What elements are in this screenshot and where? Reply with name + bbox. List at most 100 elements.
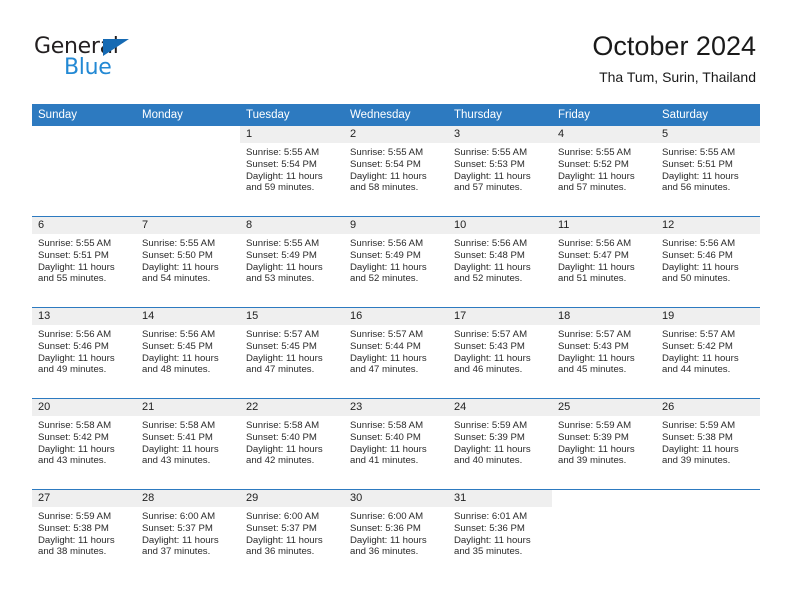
day-number: 19 xyxy=(656,308,760,325)
day-number: 25 xyxy=(552,399,656,416)
calendar-day-cell[interactable]: 27 Sunrise: 5:59 AM Sunset: 5:38 PM Dayligh… xyxy=(32,489,136,580)
daylight-text: Daylight: 11 hours and 47 minutes. xyxy=(350,352,427,376)
calendar-day-cell[interactable]: 28 Sunrise: 6:00 AM Sunset: 5:37 PM Dayligh… xyxy=(136,489,240,580)
day-details: Sunrise: 5:55 AM Sunset: 5:51 PM Daylight:… xyxy=(656,143,760,194)
sunrise-text: Sunrise: 5:55 AM xyxy=(142,238,216,249)
sunset-text: Sunset: 5:36 PM xyxy=(350,522,421,534)
day-details: Sunrise: 5:59 AM Sunset: 5:38 PM Daylight:… xyxy=(32,507,136,558)
calendar-day-cell[interactable]: 17 Sunrise: 5:57 AM Sunset: 5:43 PM Dayligh… xyxy=(448,307,552,399)
daylight-text: Daylight: 11 hours and 43 minutes. xyxy=(38,443,115,467)
daylight-text: Daylight: 11 hours and 48 minutes. xyxy=(142,352,219,376)
day-details: Sunrise: 5:58 AM Sunset: 5:41 PM Daylight:… xyxy=(136,416,240,467)
day-details: Sunrise: 5:59 AM Sunset: 5:39 PM Daylight:… xyxy=(448,416,552,467)
daylight-text: Daylight: 11 hours and 38 minutes. xyxy=(38,534,115,558)
day-number: 28 xyxy=(136,490,240,507)
daylight-text: Daylight: 11 hours and 47 minutes. xyxy=(246,352,323,376)
calendar-day-cell[interactable]: 8 Sunrise: 5:55 AM Sunset: 5:49 PM Daylight… xyxy=(240,216,344,308)
calendar-day-cell[interactable]: 20 Sunrise: 5:58 AM Sunset: 5:42 PM Dayligh… xyxy=(32,398,136,490)
day-cell-inner: 5 Sunrise: 5:55 AM Sunset: 5:51 PM Daylight… xyxy=(656,126,760,216)
day-details: Sunrise: 5:56 AM Sunset: 5:48 PM Daylight:… xyxy=(448,234,552,285)
calendar-day-cell[interactable]: 14 Sunrise: 5:56 AM Sunset: 5:45 PM Dayligh… xyxy=(136,307,240,399)
sunrise-text: Sunrise: 5:58 AM xyxy=(38,420,112,431)
weekday-header-saturday: Saturday xyxy=(656,104,760,126)
daylight-text: Daylight: 11 hours and 50 minutes. xyxy=(662,261,739,285)
sunrise-text: Sunrise: 5:56 AM xyxy=(142,329,216,340)
sunset-text: Sunset: 5:54 PM xyxy=(246,158,317,170)
calendar-week-row: 27 Sunrise: 5:59 AM Sunset: 5:38 PM Dayligh… xyxy=(32,489,760,580)
day-number: 23 xyxy=(344,399,448,416)
sunrise-text: Sunrise: 5:59 AM xyxy=(558,420,632,431)
calendar-day-cell[interactable]: 10 Sunrise: 5:56 AM Sunset: 5:48 PM Dayligh… xyxy=(448,216,552,308)
sunrise-text: Sunrise: 5:58 AM xyxy=(246,420,320,431)
day-number: 22 xyxy=(240,399,344,416)
sunset-text: Sunset: 5:49 PM xyxy=(350,249,421,261)
day-number: 29 xyxy=(240,490,344,507)
sunset-text: Sunset: 5:52 PM xyxy=(558,158,629,170)
calendar-day-cell[interactable]: 5 Sunrise: 5:55 AM Sunset: 5:51 PM Daylight… xyxy=(656,126,760,217)
calendar-page: General Blue October 2024 Tha Tum, Surin… xyxy=(0,0,792,612)
day-cell-inner: 29 Sunrise: 6:00 AM Sunset: 5:37 PM Dayligh… xyxy=(240,490,344,580)
day-cell-inner: 2 Sunrise: 5:55 AM Sunset: 5:54 PM Daylight… xyxy=(344,126,448,216)
sunset-text: Sunset: 5:49 PM xyxy=(246,249,317,261)
calendar-day-cell[interactable]: 24 Sunrise: 5:59 AM Sunset: 5:39 PM Dayligh… xyxy=(448,398,552,490)
day-cell-inner: 31 Sunrise: 6:01 AM Sunset: 5:36 PM Dayligh… xyxy=(448,490,552,580)
daylight-text: Daylight: 11 hours and 36 minutes. xyxy=(246,534,323,558)
weekday-header-wednesday: Wednesday xyxy=(344,104,448,126)
day-number: 6 xyxy=(32,217,136,234)
sunrise-text: Sunrise: 6:01 AM xyxy=(454,511,528,522)
daylight-text: Daylight: 11 hours and 43 minutes. xyxy=(142,443,219,467)
calendar-day-cell-empty xyxy=(552,489,656,580)
day-details: Sunrise: 5:57 AM Sunset: 5:43 PM Daylight:… xyxy=(552,325,656,376)
day-number xyxy=(656,490,760,507)
calendar-day-cell[interactable]: 2 Sunrise: 5:55 AM Sunset: 5:54 PM Daylight… xyxy=(344,126,448,217)
calendar-day-cell[interactable]: 3 Sunrise: 5:55 AM Sunset: 5:53 PM Daylight… xyxy=(448,126,552,217)
day-details: Sunrise: 5:57 AM Sunset: 5:42 PM Daylight:… xyxy=(656,325,760,376)
day-details: Sunrise: 5:55 AM Sunset: 5:51 PM Daylight:… xyxy=(32,234,136,285)
calendar-day-cell[interactable]: 21 Sunrise: 5:58 AM Sunset: 5:41 PM Dayligh… xyxy=(136,398,240,490)
sunrise-text: Sunrise: 6:00 AM xyxy=(350,511,424,522)
day-cell-inner: 17 Sunrise: 5:57 AM Sunset: 5:43 PM Dayligh… xyxy=(448,308,552,398)
calendar-day-cell[interactable]: 9 Sunrise: 5:56 AM Sunset: 5:49 PM Daylight… xyxy=(344,216,448,308)
calendar-day-cell[interactable]: 18 Sunrise: 5:57 AM Sunset: 5:43 PM Dayligh… xyxy=(552,307,656,399)
calendar-day-cell[interactable]: 13 Sunrise: 5:56 AM Sunset: 5:46 PM Dayligh… xyxy=(32,307,136,399)
calendar-day-cell[interactable]: 22 Sunrise: 5:58 AM Sunset: 5:40 PM Dayligh… xyxy=(240,398,344,490)
calendar-day-cell[interactable]: 19 Sunrise: 5:57 AM Sunset: 5:42 PM Dayligh… xyxy=(656,307,760,399)
sunset-text: Sunset: 5:46 PM xyxy=(38,340,109,352)
day-details: Sunrise: 5:56 AM Sunset: 5:46 PM Daylight:… xyxy=(656,234,760,285)
day-details: Sunrise: 5:57 AM Sunset: 5:43 PM Daylight:… xyxy=(448,325,552,376)
day-number: 17 xyxy=(448,308,552,325)
calendar-day-cell[interactable]: 7 Sunrise: 5:55 AM Sunset: 5:50 PM Daylight… xyxy=(136,216,240,308)
day-cell-inner: 6 Sunrise: 5:55 AM Sunset: 5:51 PM Daylight… xyxy=(32,217,136,307)
calendar-day-cell[interactable]: 11 Sunrise: 5:56 AM Sunset: 5:47 PM Dayligh… xyxy=(552,216,656,308)
sunrise-text: Sunrise: 5:56 AM xyxy=(558,238,632,249)
calendar-day-cell-empty xyxy=(136,126,240,217)
daylight-text: Daylight: 11 hours and 46 minutes. xyxy=(454,352,531,376)
calendar-day-cell[interactable]: 6 Sunrise: 5:55 AM Sunset: 5:51 PM Daylight… xyxy=(32,216,136,308)
calendar-day-cell[interactable]: 16 Sunrise: 5:57 AM Sunset: 5:44 PM Dayligh… xyxy=(344,307,448,399)
sunset-text: Sunset: 5:39 PM xyxy=(454,431,525,443)
calendar-day-cell[interactable]: 31 Sunrise: 6:01 AM Sunset: 5:36 PM Dayligh… xyxy=(448,489,552,580)
sunrise-text: Sunrise: 5:55 AM xyxy=(246,147,320,158)
daylight-text: Daylight: 11 hours and 44 minutes. xyxy=(662,352,739,376)
calendar-day-cell[interactable]: 29 Sunrise: 6:00 AM Sunset: 5:37 PM Dayligh… xyxy=(240,489,344,580)
calendar-day-cell[interactable]: 30 Sunrise: 6:00 AM Sunset: 5:36 PM Dayligh… xyxy=(344,489,448,580)
day-cell-inner: 28 Sunrise: 6:00 AM Sunset: 5:37 PM Dayligh… xyxy=(136,490,240,580)
calendar-day-cell[interactable]: 25 Sunrise: 5:59 AM Sunset: 5:39 PM Dayligh… xyxy=(552,398,656,490)
sunset-text: Sunset: 5:43 PM xyxy=(558,340,629,352)
sunrise-text: Sunrise: 6:00 AM xyxy=(246,511,320,522)
calendar-day-cell[interactable]: 1 Sunrise: 5:55 AM Sunset: 5:54 PM Daylight… xyxy=(240,126,344,217)
sunrise-text: Sunrise: 5:57 AM xyxy=(662,329,736,340)
day-details: Sunrise: 6:00 AM Sunset: 5:37 PM Daylight:… xyxy=(240,507,344,558)
day-number: 9 xyxy=(344,217,448,234)
calendar-day-cell[interactable]: 26 Sunrise: 5:59 AM Sunset: 5:38 PM Dayligh… xyxy=(656,398,760,490)
calendar-day-cell[interactable]: 12 Sunrise: 5:56 AM Sunset: 5:46 PM Dayligh… xyxy=(656,216,760,308)
day-number: 18 xyxy=(552,308,656,325)
calendar-day-cell[interactable]: 23 Sunrise: 5:58 AM Sunset: 5:40 PM Dayligh… xyxy=(344,398,448,490)
sunset-text: Sunset: 5:39 PM xyxy=(558,431,629,443)
sunrise-text: Sunrise: 5:59 AM xyxy=(38,511,112,522)
day-cell-inner xyxy=(656,490,760,580)
calendar-day-cell[interactable]: 4 Sunrise: 5:55 AM Sunset: 5:52 PM Daylight… xyxy=(552,126,656,217)
day-cell-inner: 25 Sunrise: 5:59 AM Sunset: 5:39 PM Dayligh… xyxy=(552,399,656,489)
day-cell-inner: 30 Sunrise: 6:00 AM Sunset: 5:36 PM Dayligh… xyxy=(344,490,448,580)
calendar-day-cell[interactable]: 15 Sunrise: 5:57 AM Sunset: 5:45 PM Dayligh… xyxy=(240,307,344,399)
